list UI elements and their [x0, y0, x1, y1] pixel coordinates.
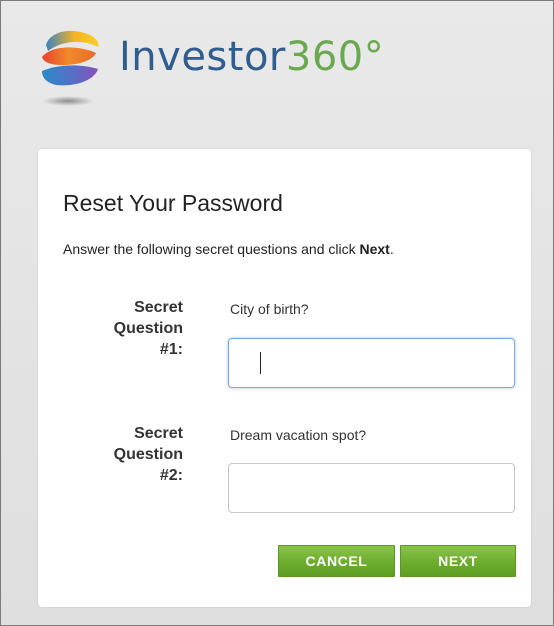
brand-logo: Investor360° [38, 25, 458, 115]
investor360-swirl-logo-icon [42, 30, 99, 106]
instructions-prefix: Answer the following secret questions an… [63, 241, 360, 257]
instructions-suffix: . [389, 241, 394, 257]
label-line: Secret [134, 299, 183, 316]
secret-answer-2-input[interactable] [228, 463, 515, 513]
secret-question-2-label: Secret Question #2: [33, 423, 183, 486]
page-title: Reset Your Password [63, 190, 283, 216]
next-button[interactable]: NEXT [400, 545, 516, 577]
brand-number: 360° [285, 34, 385, 80]
secret-question-2-text: Dream vacation spot? [230, 427, 367, 443]
secret-answer-1-input[interactable] [228, 338, 515, 388]
brand-wordmark: Investor360° [119, 37, 384, 77]
page-background: Investor360° Reset Your Password Answer … [0, 0, 554, 626]
label-line: Secret [134, 425, 183, 442]
instructions-text: Answer the following secret questions an… [63, 241, 394, 257]
brand-name: Investor [119, 34, 286, 80]
reset-password-card: Reset Your Password Answer the following… [38, 149, 531, 607]
label-line: Question [113, 446, 183, 463]
label-line: #2: [159, 467, 183, 484]
secret-question-1-label: Secret Question #1: [33, 297, 183, 360]
cancel-button[interactable]: CANCEL [278, 545, 395, 577]
label-line: Question [113, 320, 183, 337]
secret-question-1-text: City of birth? [230, 301, 309, 317]
instructions-next-keyword: Next [359, 241, 390, 257]
text-caret [260, 352, 261, 374]
label-line: #1: [159, 341, 183, 358]
